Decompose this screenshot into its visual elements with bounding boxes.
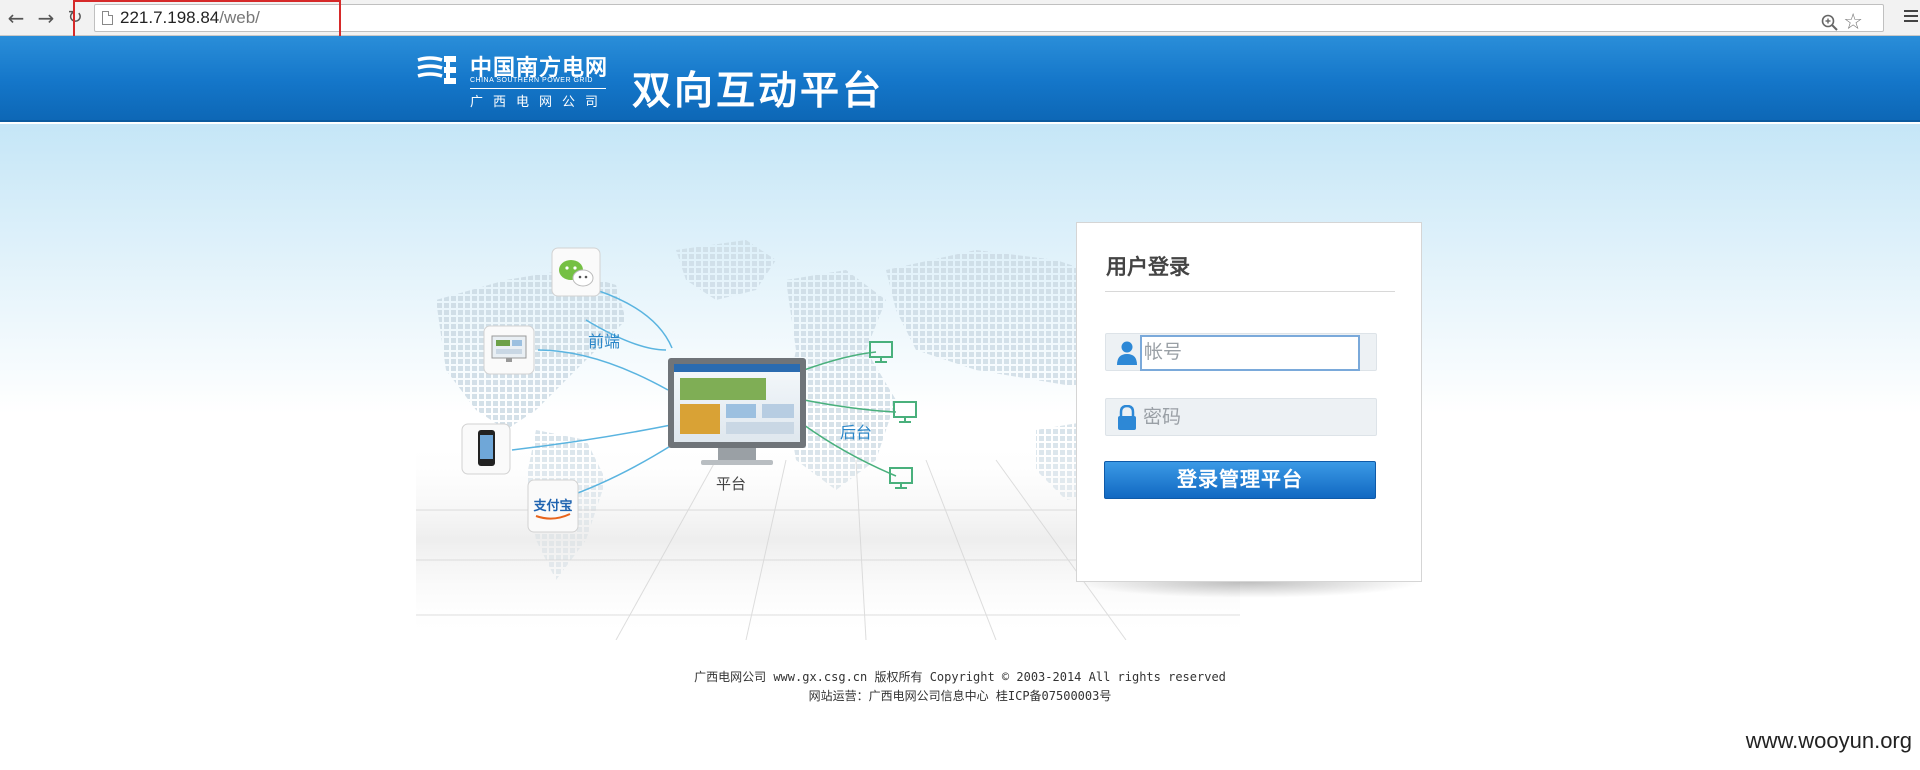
company-logo[interactable]: 中国南方电网 CHINA SOUTHERN POWER GRID 广西电网公司 [416,50,616,112]
menu-icon[interactable] [1904,10,1918,24]
login-panel-shadow [1076,582,1422,598]
page-footer: 广西电网公司 www.gx.csg.cn 版权所有 Copyright © 20… [0,668,1920,706]
login-submit-button[interactable]: 登录管理平台 [1104,461,1376,499]
webpage-icon [483,325,535,375]
frontend-label: 前端 [588,334,621,351]
back-icon[interactable]: ← [4,6,28,30]
password-input[interactable] [1140,400,1360,436]
logo-subsidiary-name: 广西电网公司 [470,94,609,109]
site-header: 中国南方电网 CHINA SOUTHERN POWER GRID 广西电网公司 … [0,36,1920,122]
page-title: 双向互动平台 [632,70,885,113]
lock-icon [1118,405,1136,430]
zoom-icon[interactable] [1821,14,1839,32]
url-highlight-box [73,0,341,40]
alipay-icon: 支付宝 [527,479,579,533]
watermark-text: www.wooyun.org [1745,728,1912,753]
address-bar[interactable]: 221.7.198.84/web/ ☆ [94,4,1884,34]
logo-english-name: CHINA SOUTHERN POWER GRID [470,77,593,84]
bookmark-star-icon[interactable]: ☆ [1843,10,1863,34]
login-divider [1105,291,1395,292]
power-grid-logo-icon [417,56,456,84]
account-field [1105,333,1377,371]
password-field [1105,398,1377,436]
user-icon [1117,341,1137,365]
smartphone-icon [461,423,511,475]
wechat-icon [551,247,601,297]
login-panel: 用户登录 登录管理平台 [1076,222,1422,582]
forward-icon[interactable]: → [34,6,58,30]
copyright-text: 广西电网公司 www.gx.csg.cn 版权所有 Copyright © 20… [694,670,1226,684]
login-title: 用户登录 [1106,256,1190,279]
svg-text:支付宝: 支付宝 [532,498,572,514]
logo-divider [470,88,606,89]
account-input[interactable] [1140,335,1360,371]
icp-record-text: 网站运营：广西电网公司信息中心 桂ICP备07500003号 [808,689,1112,703]
backend-label: 后台 [840,425,873,442]
platform-label: 平台 [716,476,747,493]
